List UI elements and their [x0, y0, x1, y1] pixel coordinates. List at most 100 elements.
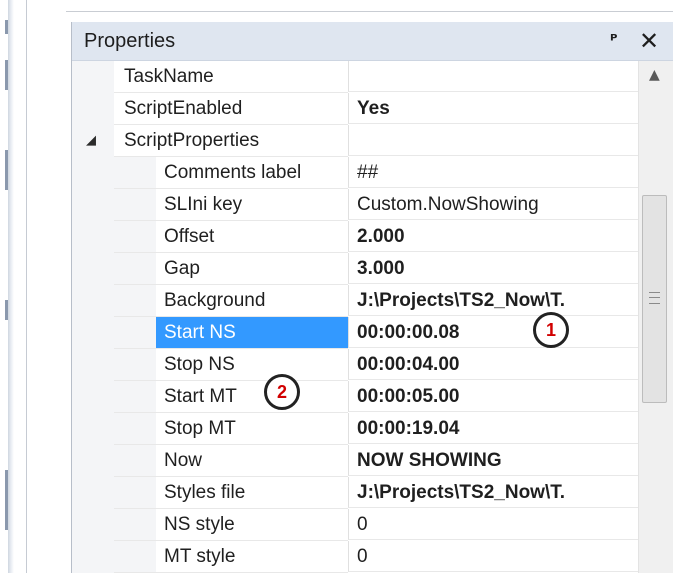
vertical-scrollbar[interactable]: ▲ — [638, 61, 673, 573]
property-name: Stop MT — [164, 418, 236, 439]
property-name-cell[interactable]: NS style — [156, 509, 348, 541]
property-row[interactable]: Stop NS 00:00:04.00 — [72, 349, 638, 381]
scrollbar-thumb[interactable] — [642, 195, 667, 403]
property-row[interactable]: Start MT 00:00:05.00 — [72, 381, 638, 413]
property-row[interactable]: MT style 0 — [72, 541, 638, 573]
property-value[interactable]: 3.000 — [348, 253, 638, 284]
callout-badge-2: 2 — [264, 374, 300, 410]
edge-mark — [5, 470, 8, 530]
property-value[interactable]: 00:00:19.04 — [348, 413, 638, 444]
row-gutter — [72, 189, 114, 221]
indent-spacer — [114, 381, 156, 413]
property-name: TaskName — [124, 66, 214, 87]
property-row[interactable]: TaskName — [72, 61, 638, 93]
property-value[interactable]: 2.000 — [348, 221, 638, 252]
property-value[interactable]: NOW SHOWING — [348, 445, 638, 476]
indent-spacer — [114, 221, 156, 253]
indent-spacer — [114, 509, 156, 541]
property-value[interactable]: 00:00:04.00 — [348, 349, 638, 380]
panel-titlebar: Properties ᴾ ✕ — [72, 22, 673, 61]
property-name-cell[interactable]: Comments label — [156, 157, 348, 189]
row-gutter — [72, 349, 114, 381]
property-name-cell[interactable]: SLIni key — [156, 189, 348, 221]
indent-spacer — [114, 317, 156, 349]
indent-spacer — [114, 157, 156, 189]
screenshot-stage: Properties ᴾ ✕ TaskName ScriptEnabled Yes ◢… — [0, 0, 673, 573]
property-value[interactable]: Custom.NowShowing — [348, 189, 638, 220]
property-name-cell[interactable]: Start MT — [156, 381, 348, 413]
property-row[interactable]: Gap 3.000 — [72, 253, 638, 285]
property-value[interactable]: ## — [348, 157, 638, 188]
row-gutter — [72, 221, 114, 253]
property-name: Comments label — [164, 162, 302, 183]
row-gutter — [72, 317, 114, 349]
row-gutter — [72, 477, 114, 509]
edge-mark — [5, 60, 8, 90]
property-row[interactable]: NS style 0 — [72, 509, 638, 541]
indent-spacer — [114, 413, 156, 445]
property-name: Start MT — [164, 386, 237, 407]
property-value[interactable]: J:\Projects\TS2_Now\T. — [348, 285, 638, 316]
property-value[interactable] — [348, 125, 638, 156]
property-name-cell[interactable]: Stop MT — [156, 413, 348, 445]
property-name: Styles file — [164, 482, 246, 503]
property-name-cell[interactable]: ScriptProperties — [114, 125, 348, 157]
property-name-cell[interactable]: Gap — [156, 253, 348, 285]
properties-panel: Properties ᴾ ✕ TaskName ScriptEnabled Yes ◢… — [71, 22, 673, 573]
row-gutter — [72, 445, 114, 477]
row-gutter — [72, 253, 114, 285]
property-row[interactable]: ◢ ScriptProperties — [72, 125, 638, 157]
property-name-cell[interactable]: ScriptEnabled — [114, 93, 348, 125]
indent-spacer — [114, 541, 156, 573]
property-value[interactable]: 0 — [348, 541, 638, 572]
row-gutter — [72, 61, 114, 93]
indent-spacer — [114, 253, 156, 285]
grip-icon — [649, 292, 660, 304]
property-name: ScriptProperties — [124, 130, 260, 151]
row-gutter — [72, 541, 114, 573]
property-name: Stop NS — [164, 354, 235, 375]
property-name-cell[interactable]: Start NS — [156, 317, 348, 349]
property-row[interactable]: Styles file J:\Projects\TS2_Now\T. — [72, 477, 638, 509]
property-name: NS style — [164, 514, 235, 535]
pin-icon[interactable]: ᴾ — [610, 31, 617, 50]
row-gutter — [72, 509, 114, 541]
property-name-cell[interactable]: Stop NS — [156, 349, 348, 381]
property-name-cell[interactable]: Background — [156, 285, 348, 317]
property-row[interactable]: SLIni key Custom.NowShowing — [72, 189, 638, 221]
property-row[interactable]: Offset 2.000 — [72, 221, 638, 253]
property-name-cell[interactable]: Styles file — [156, 477, 348, 509]
property-row[interactable]: Comments label ## — [72, 157, 638, 189]
property-name: Start NS — [156, 317, 348, 348]
property-row[interactable]: Stop MT 00:00:19.04 — [72, 413, 638, 445]
close-icon[interactable]: ✕ — [639, 27, 659, 55]
edge-mark — [5, 20, 8, 34]
row-gutter — [72, 157, 114, 189]
property-value[interactable]: J:\Projects\TS2_Now\T. — [348, 477, 638, 508]
row-gutter: ◢ — [72, 125, 114, 157]
row-gutter — [72, 285, 114, 317]
property-name-cell[interactable]: Now — [156, 445, 348, 477]
property-value[interactable]: Yes — [348, 93, 638, 124]
property-value[interactable]: 0 — [348, 509, 638, 540]
property-value[interactable] — [348, 61, 638, 92]
property-name-cell[interactable]: Offset — [156, 221, 348, 253]
background-window-edge — [0, 0, 22, 573]
property-name-cell[interactable]: TaskName — [114, 61, 348, 93]
scroll-up-arrow-icon[interactable]: ▲ — [649, 67, 660, 83]
indent-spacer — [114, 477, 156, 509]
row-gutter — [72, 413, 114, 445]
property-value[interactable]: 00:00:05.00 — [348, 381, 638, 412]
property-row[interactable]: Now NOW SHOWING — [72, 445, 638, 477]
property-name-cell[interactable]: MT style — [156, 541, 348, 573]
property-value[interactable]: 00:00:00.08 — [348, 317, 638, 348]
panel-title: Properties — [84, 30, 176, 52]
window-top-border — [66, 11, 673, 12]
collapse-triangle-icon[interactable]: ◢ — [86, 133, 96, 148]
property-row[interactable]: ScriptEnabled Yes — [72, 93, 638, 125]
pane-divider — [26, 0, 27, 573]
indent-spacer — [114, 285, 156, 317]
property-name: Now — [164, 450, 203, 471]
property-name: Offset — [164, 226, 215, 247]
row-gutter — [72, 381, 114, 413]
